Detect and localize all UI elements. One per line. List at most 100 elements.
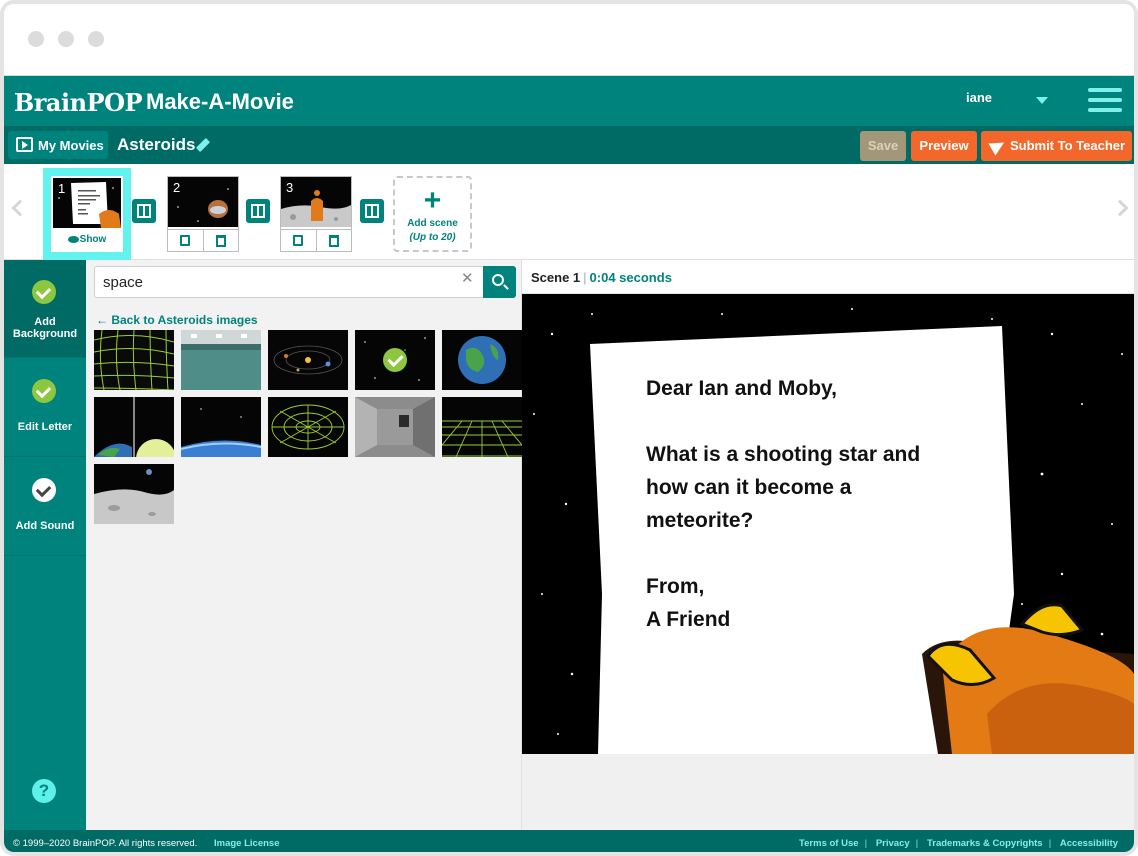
stage-footer-area xyxy=(522,754,1134,830)
scene-3-actions xyxy=(281,229,351,252)
image-earth-from-space[interactable] xyxy=(442,330,522,390)
image-earth-horizon[interactable] xyxy=(181,397,261,457)
delete-scene-button[interactable] xyxy=(203,230,238,252)
check-circle-icon xyxy=(32,280,56,304)
duplicate-scene-button[interactable] xyxy=(168,230,203,252)
letter-line: how can it become a xyxy=(646,476,852,499)
background-library: space ✕ ← Back to Asteroids images xyxy=(86,260,522,830)
my-movies-button[interactable]: My Movies xyxy=(8,131,108,159)
copy-icon xyxy=(180,235,190,246)
paper-plane-icon xyxy=(988,136,1008,156)
duplicate-scene-button[interactable] xyxy=(281,230,316,252)
brainpop-logo[interactable]: BrainPOP xyxy=(14,88,143,117)
step-edit-letter[interactable]: Edit Letter xyxy=(4,359,86,457)
page-footer: © 1999–2020 BrainPOP. All rights reserve… xyxy=(4,830,1134,852)
step-add-background[interactable]: Add Background xyxy=(4,260,86,358)
save-button[interactable]: Save xyxy=(860,131,906,161)
clear-search-icon[interactable]: ✕ xyxy=(461,269,474,287)
letter-line: meteorite? xyxy=(646,509,754,532)
submit-label: Submit To Teacher xyxy=(1009,138,1126,153)
window-chrome xyxy=(4,4,1134,76)
copyright-text: © 1999–2020 BrainPOP. All rights reserve… xyxy=(13,838,198,849)
window-maximize-dot[interactable] xyxy=(88,31,104,47)
check-circle-icon xyxy=(32,478,56,502)
show-label: Show xyxy=(79,234,107,245)
image-starfield[interactable] xyxy=(355,330,435,390)
scene-strip: 1 Show 2 3 + Add scene (Up to 20) xyxy=(4,164,1134,260)
step-label: Add Background xyxy=(12,316,78,340)
scene-duration: 0:04 seconds xyxy=(589,270,672,285)
scroll-left-arrow-icon[interactable] xyxy=(11,199,29,217)
plus-icon: + xyxy=(423,184,442,217)
transition-button-2[interactable] xyxy=(246,199,270,223)
image-spaceship-interior[interactable] xyxy=(181,330,261,390)
image-green-wireframe-grid[interactable] xyxy=(94,330,174,390)
image-space-station-corridor[interactable] xyxy=(355,397,435,457)
help-icon[interactable]: ? xyxy=(32,779,56,803)
steps-sidebar: Add Background Edit Letter Add Sound ? xyxy=(4,260,86,830)
hamburger-menu-icon[interactable] xyxy=(1088,88,1122,112)
transition-button-3[interactable] xyxy=(360,199,384,223)
divider: | xyxy=(915,838,919,849)
scene-number: 3 xyxy=(286,180,294,195)
delete-scene-button[interactable] xyxy=(316,230,351,252)
show-scene-button[interactable]: Show xyxy=(51,229,121,251)
letter-line: A Friend xyxy=(646,608,731,631)
divider: | xyxy=(864,838,868,849)
preview-button[interactable]: Preview xyxy=(911,131,977,161)
image-green-grid-horizon[interactable] xyxy=(442,397,522,457)
accessibility-link[interactable]: Accessibility xyxy=(1054,838,1124,849)
letter-line xyxy=(646,537,986,570)
scene-thumbnail-3[interactable]: 3 xyxy=(280,176,352,252)
trademarks-link[interactable]: Trademarks & Copyrights xyxy=(921,838,1049,849)
eye-icon xyxy=(68,236,79,243)
footer-links: Terms of Use | Privacy | Trademarks & Copy… xyxy=(793,838,1124,849)
scene-label: Scene 1 xyxy=(531,270,581,285)
image-green-wormhole[interactable] xyxy=(268,397,348,457)
user-name[interactable]: iane xyxy=(966,90,992,105)
transition-button-1[interactable] xyxy=(132,199,156,223)
image-moon-surface[interactable] xyxy=(94,464,174,524)
image-license-link[interactable]: Image License xyxy=(214,838,279,849)
letter-text[interactable]: Dear Ian and Moby, What is a shooting st… xyxy=(646,372,986,636)
app-title: Make-A-Movie xyxy=(146,89,294,114)
divider: | xyxy=(1048,838,1052,849)
back-to-images-link[interactable]: ← Back to Asteroids images xyxy=(96,313,258,327)
letter-line: Dear Ian and Moby, xyxy=(646,377,837,400)
scene-preview-stage[interactable]: Dear Ian and Moby, What is a shooting st… xyxy=(522,294,1134,754)
search-button[interactable] xyxy=(483,266,516,298)
letter-line xyxy=(646,405,986,438)
step-add-sound[interactable]: Add Sound xyxy=(4,458,86,556)
scene-number: 1 xyxy=(58,181,66,196)
search-icon xyxy=(492,274,504,286)
scene-number: 2 xyxy=(173,180,181,195)
privacy-link[interactable]: Privacy xyxy=(870,838,916,849)
movie-icon xyxy=(16,137,33,152)
my-movies-label: My Movies xyxy=(38,138,104,153)
letter-line: From, xyxy=(646,575,705,598)
trash-icon xyxy=(329,235,339,247)
submit-to-teacher-button[interactable]: Submit To Teacher xyxy=(981,131,1132,161)
browser-frame: BrainPOP Make-A-Movie iane My Movies Ast… xyxy=(0,0,1138,856)
copy-icon xyxy=(293,235,303,246)
scroll-right-arrow-icon[interactable] xyxy=(1111,199,1129,217)
pencil-edit-icon[interactable] xyxy=(195,137,211,153)
scene-1-preview: 1 xyxy=(53,178,121,228)
terms-of-use-link[interactable]: Terms of Use xyxy=(793,838,864,849)
scene-thumbnail-2[interactable]: 2 xyxy=(167,176,239,252)
step-label: Add Sound xyxy=(15,520,75,532)
window-close-dot[interactable] xyxy=(28,31,44,47)
search-input[interactable]: space xyxy=(94,266,484,298)
window-minimize-dot[interactable] xyxy=(58,31,74,47)
add-scene-button[interactable]: + Add scene (Up to 20) xyxy=(393,176,472,252)
image-solar-system[interactable] xyxy=(268,330,348,390)
chevron-down-icon[interactable] xyxy=(1036,97,1048,104)
trash-icon xyxy=(216,235,226,247)
scene-2-actions xyxy=(168,229,238,252)
image-earth-and-moon-split[interactable] xyxy=(94,397,174,457)
scene-info-bar: Scene 1 | 0:04 seconds xyxy=(522,260,1134,294)
letter-line: What is a shooting star and xyxy=(646,443,921,466)
scene-thumbnail-1[interactable]: 1 Show xyxy=(43,168,131,260)
movie-title[interactable]: Asteroids xyxy=(117,135,195,155)
check-circle-icon xyxy=(32,379,56,403)
